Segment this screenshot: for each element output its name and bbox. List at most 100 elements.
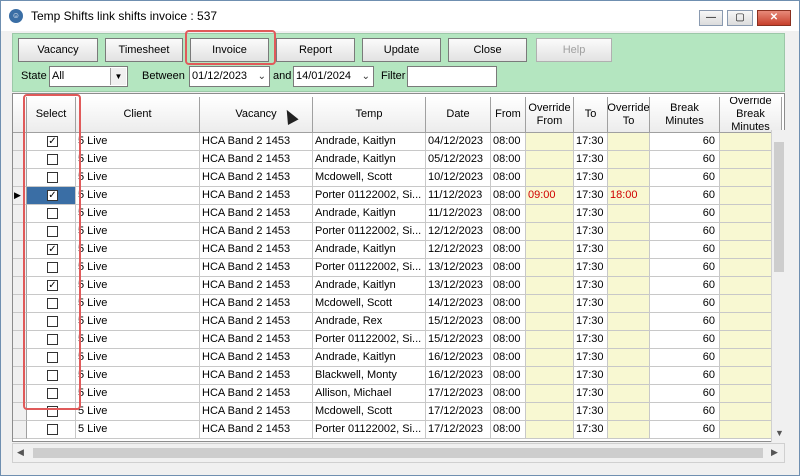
chevron-down-icon[interactable]: ▼: [110, 68, 126, 85]
temp-cell: Allison, Michael: [313, 385, 426, 403]
date-to-picker[interactable]: 14/01/2024 ⌄: [293, 66, 374, 87]
select-checkbox-cell[interactable]: [27, 385, 76, 403]
select-checkbox[interactable]: [47, 370, 58, 381]
table-row[interactable]: 5 Live HCA Band 2 1453 Allison, Michael 17/…: [13, 385, 782, 403]
scroll-right-icon[interactable]: ▶: [771, 447, 778, 458]
date-from-picker[interactable]: 01/12/2023 ⌄: [189, 66, 270, 87]
temp-cell: Mcdowell, Scott: [313, 295, 426, 313]
row-indicator: [13, 313, 27, 331]
header-override-break-minutes[interactable]: Override Break Minutes: [720, 97, 782, 133]
update-button[interactable]: Update: [362, 38, 441, 62]
header-override-to[interactable]: Override To: [608, 97, 650, 133]
vacancy-button[interactable]: Vacancy: [18, 38, 98, 62]
break-minutes-cell: 60: [650, 331, 720, 349]
select-checkbox-cell[interactable]: [27, 313, 76, 331]
table-row[interactable]: 5 Live HCA Band 2 1453 Andrade, Rex 15/12/2…: [13, 313, 782, 331]
select-checkbox[interactable]: [47, 388, 58, 399]
table-row[interactable]: 5 Live HCA Band 2 1453 Porter 01122002, Si…: [13, 259, 782, 277]
close-button[interactable]: Close: [448, 38, 527, 62]
horizontal-scrollbar[interactable]: ◀ ▶: [12, 443, 785, 463]
vertical-scrollbar[interactable]: ▼: [771, 130, 786, 442]
table-row[interactable]: 5 Live HCA Band 2 1453 Mcdowell, Scott 10/1…: [13, 169, 782, 187]
select-checkbox-cell[interactable]: [27, 367, 76, 385]
header-override-from[interactable]: Override From: [526, 97, 574, 133]
table-row[interactable]: 5 Live HCA Band 2 1453 Porter 01122002, Si…: [13, 421, 782, 439]
select-checkbox-cell[interactable]: ✓: [27, 187, 76, 205]
select-checkbox[interactable]: ✓: [47, 190, 58, 201]
date-cell: 05/12/2023: [426, 151, 491, 169]
state-select[interactable]: All ▼: [49, 66, 128, 87]
table-row[interactable]: ✓ 5 Live HCA Band 2 1453 Andrade, Kaitlyn 12…: [13, 241, 782, 259]
report-button[interactable]: Report: [276, 38, 355, 62]
state-label: State: [21, 70, 47, 82]
scroll-down-icon[interactable]: ▼: [775, 428, 784, 438]
select-checkbox[interactable]: ✓: [47, 280, 58, 291]
maximize-icon[interactable]: ▢: [727, 10, 753, 26]
table-row[interactable]: 5 Live HCA Band 2 1453 Mcdowell, Scott 14/1…: [13, 295, 782, 313]
table-row[interactable]: 5 Live HCA Band 2 1453 Mcdowell, Scott 17/1…: [13, 403, 782, 421]
select-checkbox[interactable]: ✓: [47, 244, 58, 255]
select-checkbox-cell[interactable]: [27, 259, 76, 277]
horizontal-scroll-thumb[interactable]: [33, 448, 763, 458]
table-row[interactable]: ▶ ✓ 5 Live HCA Band 2 1453 Porter 01122002, …: [13, 187, 782, 205]
break-minutes-cell: 60: [650, 151, 720, 169]
close-window-icon[interactable]: ✕: [757, 10, 791, 26]
select-checkbox-cell[interactable]: [27, 205, 76, 223]
window-title: Temp Shifts link shifts invoice : 537: [31, 9, 218, 23]
scroll-left-icon[interactable]: ◀: [17, 447, 24, 458]
date-cell: 11/12/2023: [426, 205, 491, 223]
minimize-icon[interactable]: —: [699, 10, 723, 26]
select-checkbox[interactable]: [47, 172, 58, 183]
date-cell: 17/12/2023: [426, 385, 491, 403]
select-checkbox-cell[interactable]: [27, 169, 76, 187]
select-checkbox[interactable]: [47, 226, 58, 237]
select-checkbox[interactable]: [47, 154, 58, 165]
table-row[interactable]: 5 Live HCA Band 2 1453 Porter 01122002, Si…: [13, 331, 782, 349]
table-row[interactable]: 5 Live HCA Band 2 1453 Andrade, Kaitlyn 11/…: [13, 205, 782, 223]
select-checkbox[interactable]: [47, 208, 58, 219]
select-checkbox-cell[interactable]: ✓: [27, 277, 76, 295]
select-checkbox-cell[interactable]: [27, 151, 76, 169]
table-row[interactable]: ✓ 5 Live HCA Band 2 1453 Andrade, Kaitlyn 04…: [13, 133, 782, 151]
select-checkbox[interactable]: [47, 352, 58, 363]
table-row[interactable]: 5 Live HCA Band 2 1453 Porter 01122002, Si…: [13, 223, 782, 241]
header-from[interactable]: From: [491, 97, 526, 133]
to-cell: 17:30: [574, 349, 608, 367]
filter-input[interactable]: [407, 66, 497, 87]
header-temp[interactable]: Temp: [313, 97, 426, 133]
invoice-button[interactable]: Invoice: [190, 38, 269, 62]
client-cell: 5 Live: [76, 421, 200, 439]
chevron-down-icon[interactable]: ⌄: [258, 67, 266, 86]
select-checkbox[interactable]: [47, 334, 58, 345]
select-checkbox-cell[interactable]: ✓: [27, 133, 76, 151]
header-client[interactable]: Client: [76, 97, 200, 133]
select-checkbox-cell[interactable]: [27, 421, 76, 439]
select-checkbox[interactable]: [47, 262, 58, 273]
temp-cell: Porter 01122002, Si...: [313, 187, 426, 205]
header-break-minutes[interactable]: Break Minutes: [650, 97, 720, 133]
select-checkbox-cell[interactable]: [27, 295, 76, 313]
select-checkbox[interactable]: [47, 424, 58, 435]
select-checkbox-cell[interactable]: [27, 403, 76, 421]
from-cell: 08:00: [491, 277, 526, 295]
select-checkbox-cell[interactable]: [27, 331, 76, 349]
select-checkbox[interactable]: [47, 298, 58, 309]
table-row[interactable]: 5 Live HCA Band 2 1453 Andrade, Kaitlyn 16/…: [13, 349, 782, 367]
select-checkbox[interactable]: [47, 316, 58, 327]
select-checkbox-cell[interactable]: [27, 349, 76, 367]
header-date[interactable]: Date: [426, 97, 491, 133]
chevron-down-icon[interactable]: ⌄: [362, 67, 370, 86]
select-checkbox[interactable]: [47, 406, 58, 417]
table-row[interactable]: ✓ 5 Live HCA Band 2 1453 Andrade, Kaitlyn 13…: [13, 277, 782, 295]
header-to[interactable]: To: [574, 97, 608, 133]
select-checkbox[interactable]: ✓: [47, 136, 58, 147]
override-to-cell: [608, 133, 650, 151]
select-checkbox-cell[interactable]: ✓: [27, 241, 76, 259]
table-row[interactable]: 5 Live HCA Band 2 1453 Blackwell, Monty 16/…: [13, 367, 782, 385]
from-cell: 08:00: [491, 421, 526, 439]
table-row[interactable]: 5 Live HCA Band 2 1453 Andrade, Kaitlyn 05/…: [13, 151, 782, 169]
vertical-scroll-thumb[interactable]: [774, 142, 784, 272]
header-select[interactable]: Select: [27, 97, 76, 133]
timesheet-button[interactable]: Timesheet: [105, 38, 183, 62]
select-checkbox-cell[interactable]: [27, 223, 76, 241]
